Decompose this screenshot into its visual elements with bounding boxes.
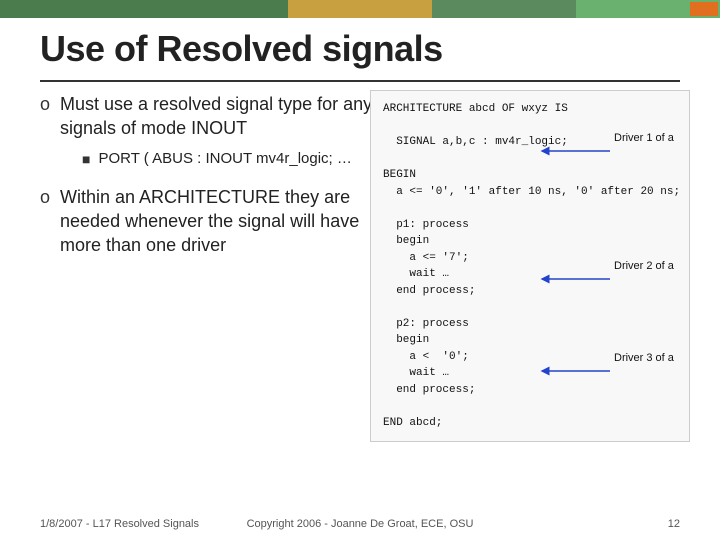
bullet-item-2: o Within an ARCHITECTURE they are needed… (40, 185, 380, 258)
code-line-1: ARCHITECTURE abcd OF wxyz IS (383, 101, 677, 118)
bullet-dot-2: o (40, 187, 50, 208)
title-divider (40, 80, 680, 82)
code-line-7 (383, 200, 677, 217)
code-line-9: begin (383, 233, 677, 250)
sub-bullet-1: ■ PORT ( ABUS : INOUT mv4r_logic; … (82, 149, 380, 169)
code-line-14: p2: process (383, 316, 677, 333)
bullet-text-2: Within an ARCHITECTURE they are needed w… (60, 185, 380, 258)
code-line-19 (383, 398, 677, 415)
code-line-15: begin (383, 332, 677, 349)
code-line-5: BEGIN (383, 167, 677, 184)
code-line-20: END abcd; (383, 415, 677, 432)
code-line-6: a <= '0', '1' after 10 ns, '0' after 20 … (383, 184, 677, 201)
sub-bullet-text-1: PORT ( ABUS : INOUT mv4r_logic; … (98, 149, 351, 169)
left-content-area: o Must use a resolved signal type for an… (40, 92, 380, 274)
code-line-8: p1: process (383, 217, 677, 234)
code-line-18: end process; (383, 382, 677, 399)
top-right-accent (690, 2, 718, 16)
footer-left: 1/8/2007 - L17 Resolved Signals (40, 518, 199, 530)
slide-title: Use of Resolved signals (40, 28, 443, 70)
top-color-bar (0, 0, 720, 18)
footer-copyright: Copyright 2006 - Joanne De Groat, ECE, O… (247, 518, 474, 530)
bullet-dot-1: o (40, 94, 50, 115)
arrow1-label: Driver 1 of a (614, 132, 674, 144)
bullet-text-1: Must use a resolved signal type for any … (60, 94, 372, 138)
arrow2-label: Driver 2 of a (614, 260, 674, 272)
arrow3-label: Driver 3 of a (614, 352, 674, 364)
bullet-item-1: o Must use a resolved signal type for an… (40, 92, 380, 169)
code-line-13 (383, 299, 677, 316)
footer-page: 12 (668, 518, 680, 530)
sub-bullet-dot-1: ■ (82, 151, 90, 167)
